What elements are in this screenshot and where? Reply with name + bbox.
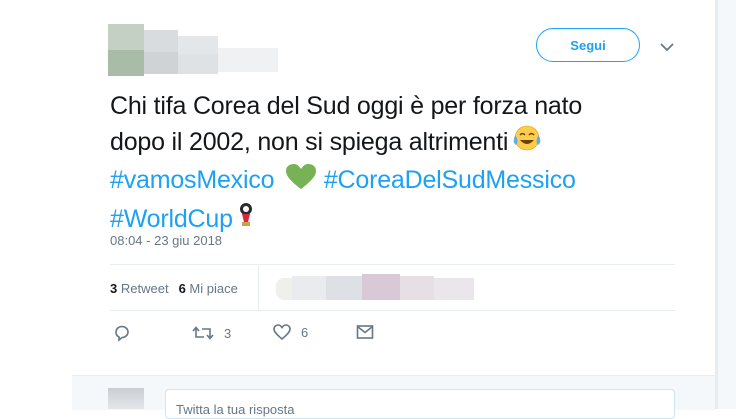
retweet-icon <box>192 324 214 342</box>
page-background-strip <box>718 0 736 409</box>
retweet-button[interactable]: 3 <box>192 324 231 342</box>
avatar <box>108 388 144 409</box>
hashtag-link[interactable]: #vamosMexico <box>110 166 275 194</box>
follow-button[interactable]: Segui <box>536 28 640 62</box>
divider <box>110 264 675 265</box>
tweet-line-3: #vamosMexico #CoreaDelSudMessico <box>110 162 670 200</box>
like-button[interactable]: 6 <box>273 324 308 340</box>
stat-separator <box>258 266 259 310</box>
tweet-timestamp[interactable]: 08:04 - 23 giu 2018 <box>110 233 222 248</box>
tweet-stats: 3 Retweet 6 Mi piace <box>110 281 238 296</box>
hashtag-link[interactable]: #CoreaDelSudMessico <box>324 166 576 194</box>
tweet-text: Chi tifa Corea del Sud oggi è per forza … <box>110 88 670 238</box>
like-count: 6 <box>301 324 309 340</box>
author-header-blurred[interactable] <box>108 24 278 76</box>
envelope-icon <box>356 324 374 340</box>
heart-icon <box>273 324 291 340</box>
divider <box>110 310 675 311</box>
tweet-line-1: Chi tifa Corea del Sud oggi è per forza … <box>110 92 583 120</box>
world-cup-trophy-icon <box>237 202 255 238</box>
direct-message-button[interactable] <box>356 324 374 340</box>
retweet-count: 3 <box>224 325 232 341</box>
hashtag-link[interactable]: #WorldCup <box>110 205 233 233</box>
liker-avatars-blurred[interactable] <box>276 274 476 302</box>
reply-button[interactable] <box>113 324 131 342</box>
reply-input[interactable]: Twitta la tua risposta <box>165 389 675 419</box>
retweet-stat[interactable]: 3 Retweet <box>110 281 169 296</box>
like-stat[interactable]: 6 Mi piace <box>179 281 238 296</box>
chevron-down-icon[interactable] <box>659 40 675 52</box>
tweet-line-2: dopo il 2002, non si spiega altrimenti <box>110 124 670 162</box>
face-with-tears-of-joy-icon <box>512 124 542 162</box>
green-heart-icon <box>285 163 317 201</box>
reply-icon <box>113 324 131 342</box>
